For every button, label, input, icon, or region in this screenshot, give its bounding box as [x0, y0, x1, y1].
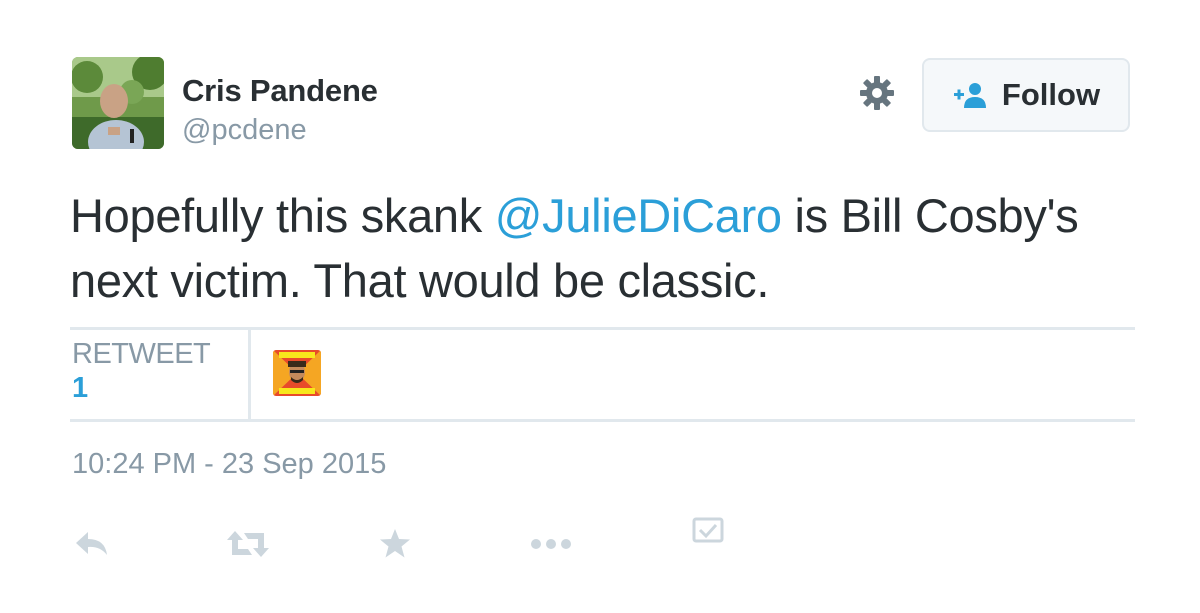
gear-icon[interactable]	[858, 74, 896, 112]
reply-icon[interactable]	[74, 529, 110, 559]
retweet-stat-label[interactable]: RETWEET	[72, 338, 211, 371]
tweet-timestamp[interactable]: 10:24 PM - 23 Sep 2015	[72, 448, 386, 481]
tweet-text: Hopefully this skank @JulieDiCaro is Bil…	[70, 183, 1140, 313]
divider	[70, 419, 1135, 422]
follow-button[interactable]: Follow	[922, 58, 1130, 132]
mention-link[interactable]: @JulieDiCaro	[495, 189, 782, 242]
author-avatar[interactable]	[72, 57, 164, 149]
divider	[248, 330, 251, 419]
star-icon[interactable]	[379, 528, 411, 559]
tweet-text-part: Hopefully this skank	[70, 189, 495, 242]
author-name[interactable]: Cris Pandene	[182, 73, 378, 109]
divider	[70, 327, 1135, 330]
add-user-icon	[952, 80, 988, 110]
retweet-icon[interactable]	[226, 529, 270, 559]
retweeter-avatar[interactable]	[273, 350, 321, 396]
author-handle[interactable]: @pcdene	[182, 114, 307, 147]
checkbox-icon[interactable]	[692, 517, 724, 545]
more-icon[interactable]	[530, 538, 572, 550]
follow-label: Follow	[1001, 77, 1101, 112]
retweet-stat-count[interactable]: 1	[72, 372, 88, 405]
